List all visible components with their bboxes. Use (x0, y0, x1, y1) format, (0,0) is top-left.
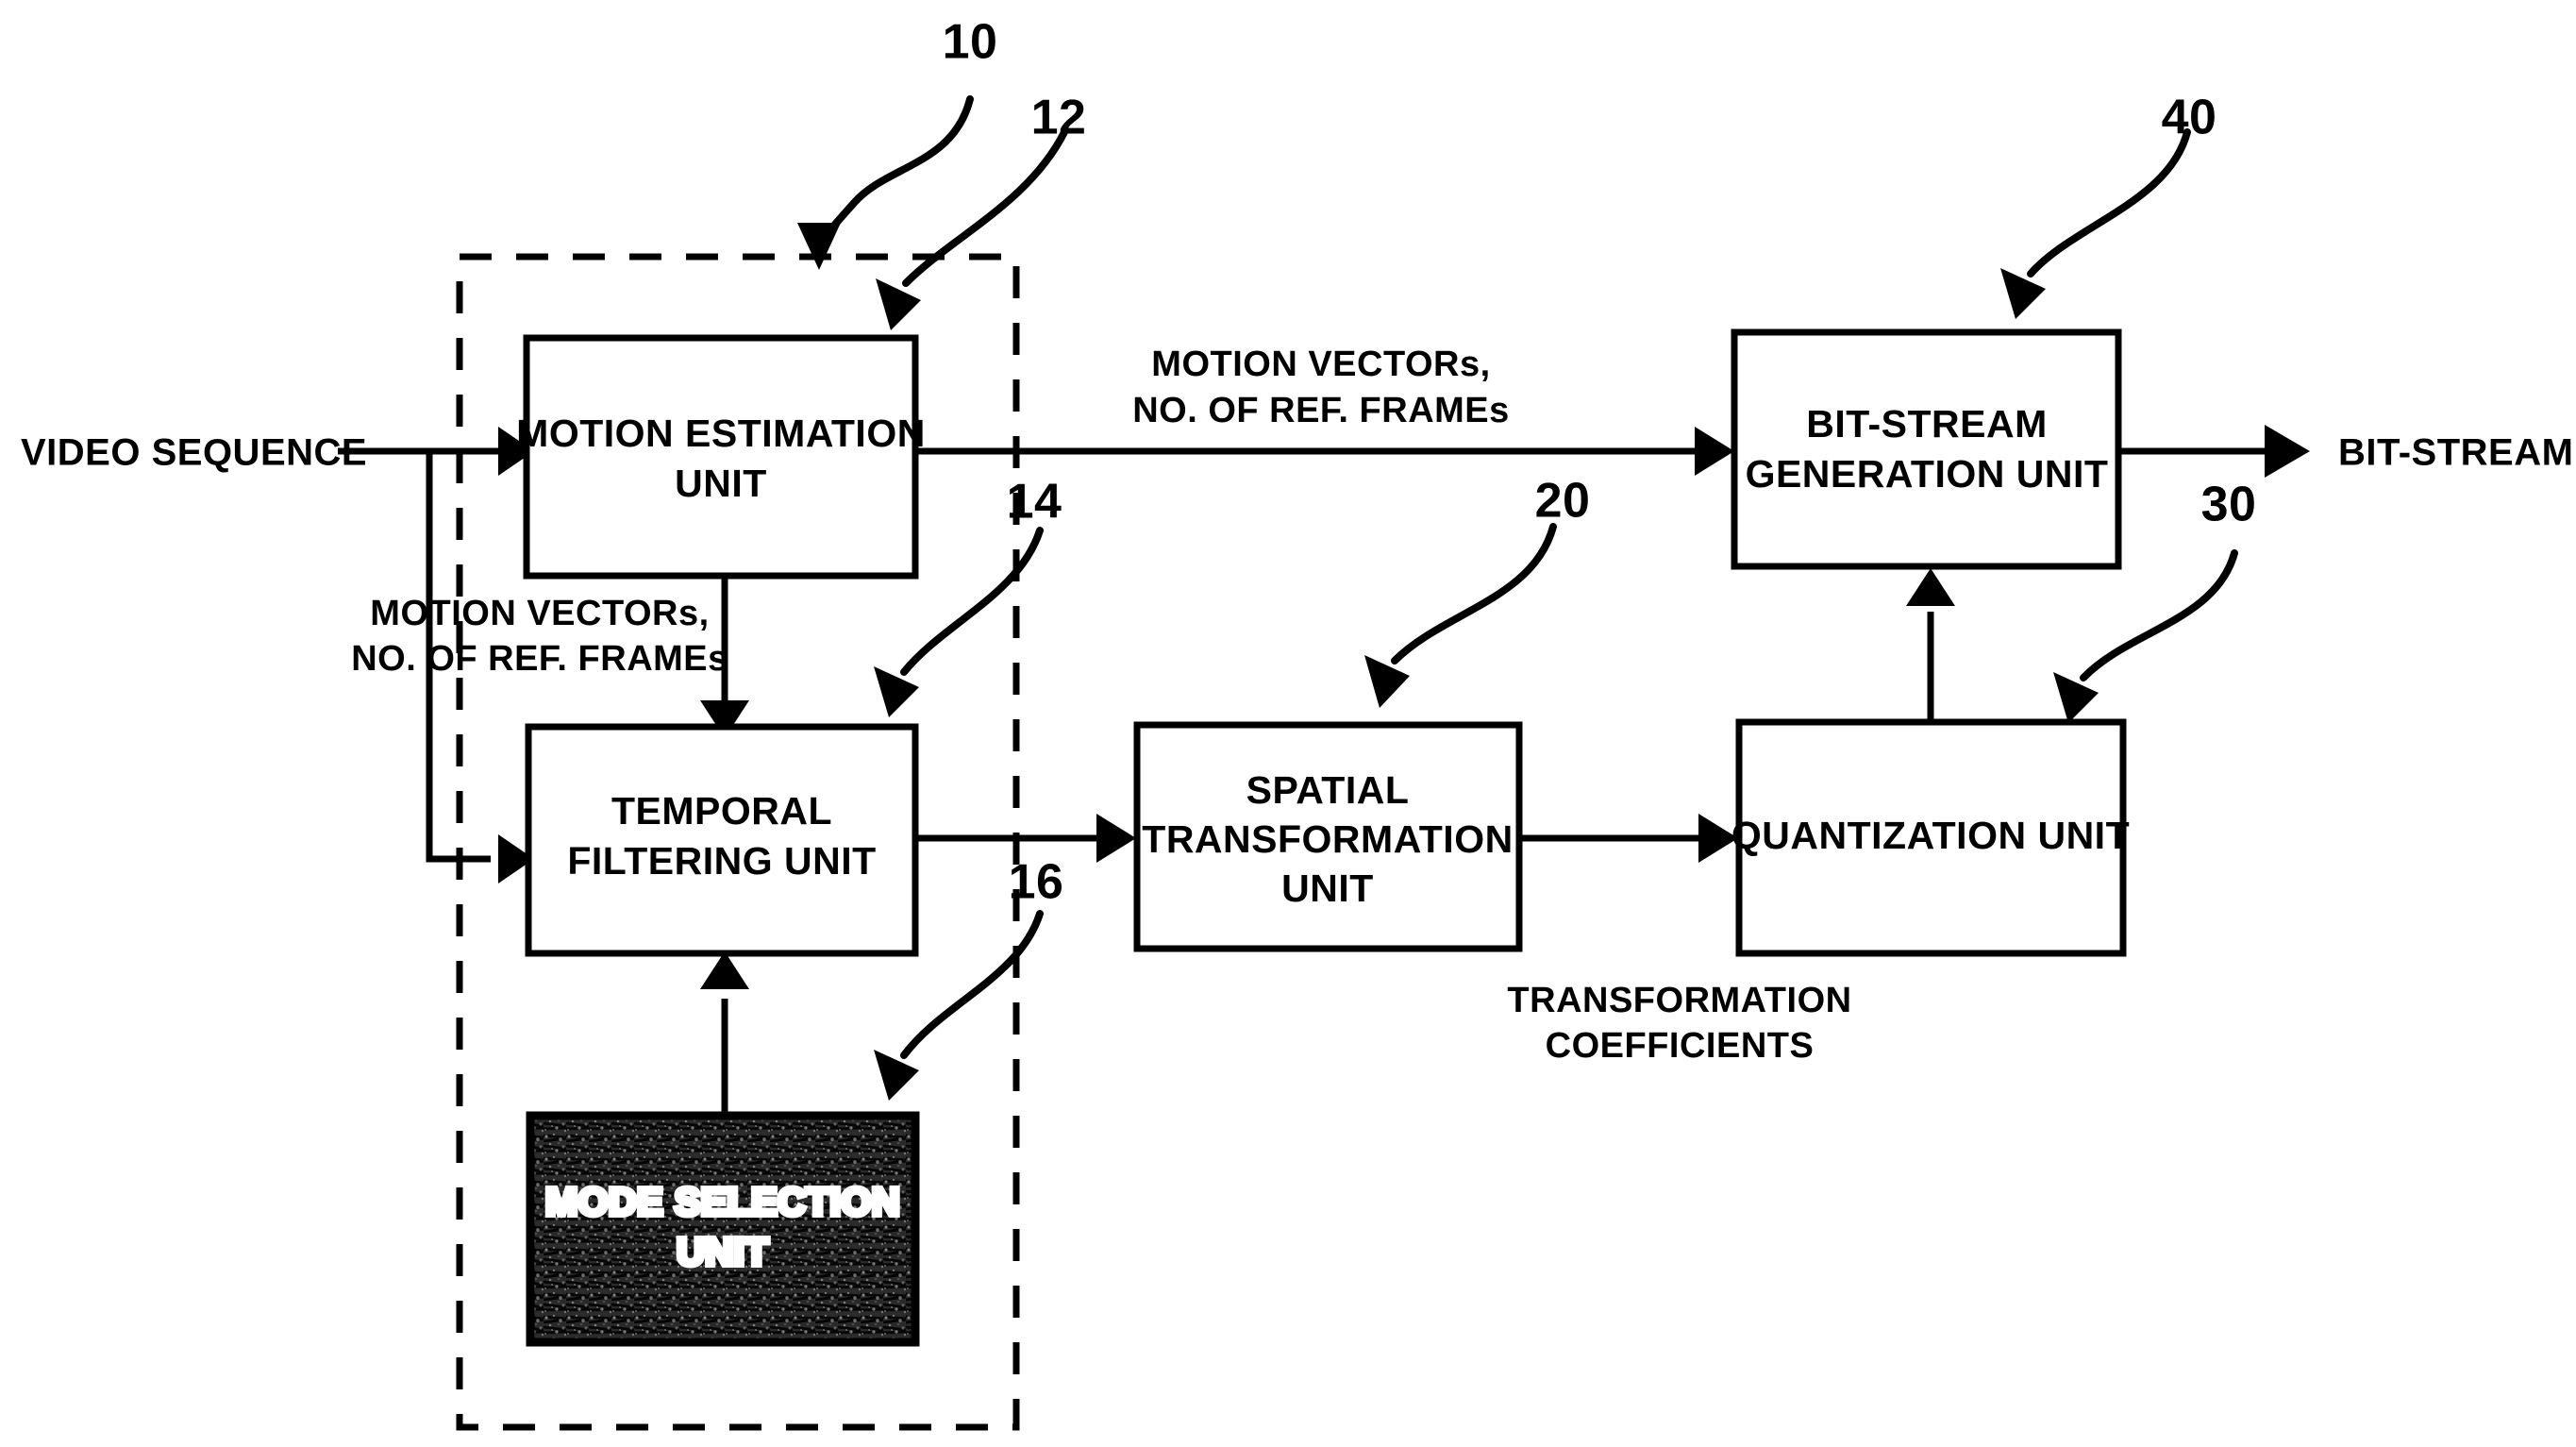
ref-numeral-10: 10 (943, 15, 998, 70)
block-mode-selection-unit-label-line2: UNIT (677, 1230, 769, 1273)
arrowhead-bsgu-output (2265, 425, 2310, 478)
block-bit-stream-generation-unit-rect[interactable] (1731, 328, 2122, 570)
ref-numeral-20: 20 (1535, 474, 1591, 529)
figure-canvas: MOTION ESTIMATION UNIT TEMPORAL FILTERIN… (0, 0, 2576, 1447)
signal-label-motion-vectors-left-line1: MOTION VECTORs, (370, 594, 709, 633)
leader-curve-30 (2080, 549, 2238, 681)
arrowhead-leader-30 (2053, 672, 2099, 723)
block-temporal-filtering-unit[interactable]: TEMPORAL FILTERING UNIT (525, 723, 919, 957)
arrowhead-leader-10 (797, 223, 841, 270)
block-temporal-filtering-unit-label-line2: FILTERING UNIT (567, 839, 876, 883)
block-bit-stream-generation-unit[interactable]: BIT-STREAM GENERATION UNIT (1731, 328, 2122, 570)
block-bit-stream-generation-unit-label-line2: GENERATION UNIT (1746, 452, 2109, 496)
leader-curve-10 (815, 95, 974, 251)
block-motion-estimation-unit-rect[interactable] (523, 334, 919, 580)
block-motion-estimation-unit[interactable]: MOTION ESTIMATION UNIT (516, 334, 926, 580)
arrowhead-leader-40 (2000, 268, 2046, 319)
block-spatial-transformation-unit-label-line3: UNIT (1281, 867, 1374, 910)
block-spatial-transformation-unit-label-line2: TRANSFORMATION (1142, 817, 1513, 861)
ref-numeral-14: 14 (1007, 475, 1062, 530)
arrowhead-qu-to-bsgu (1906, 568, 1955, 606)
leader-curve-40 (2027, 128, 2191, 278)
block-mode-selection-unit-label-line1: MODE SELECTION (545, 1180, 900, 1223)
block-motion-estimation-unit-label-line1: MOTION ESTIMATION (516, 412, 926, 455)
arrowhead-leader-14 (874, 666, 919, 717)
block-mode-selection-unit[interactable]: MODE SELECTION UNIT (526, 1111, 920, 1347)
leader-curve-20 (1391, 523, 1557, 665)
signal-label-motion-vectors-top-line2: NO. OF REF. FRAMEs (1132, 391, 1510, 430)
arrowhead-leader-20 (1364, 655, 1410, 708)
arrowhead-me-to-bsgu (1695, 427, 1734, 476)
signal-label-motion-vectors-left-line2: NO. OF REF. FRAMEs (351, 639, 728, 679)
ref-numeral-30: 30 (2201, 478, 2257, 532)
ref-numeral-40: 40 (2162, 91, 2217, 145)
signal-label-transformation-coefficients-line2: COEFFICIENTS (1546, 1026, 1815, 1066)
block-motion-estimation-unit-label-line2: UNIT (675, 462, 767, 505)
signal-label-motion-vectors-top-line1: MOTION VECTORs, (1151, 345, 1490, 384)
ref-numeral-12: 12 (1031, 91, 1087, 145)
block-spatial-transformation-unit-label-line1: SPATIAL (1246, 768, 1410, 812)
arrowhead-leader-12 (876, 278, 921, 330)
block-quantization-unit-label-line1: QUANTIZATION UNIT (1731, 814, 2130, 857)
block-quantization-unit[interactable]: QUANTIZATION UNIT (1731, 718, 2130, 957)
block-spatial-transformation-unit[interactable]: SPATIAL TRANSFORMATION UNIT (1133, 721, 1523, 952)
arrowhead-tf-to-stu (1096, 814, 1136, 863)
arrowhead-msu-to-tf (700, 951, 749, 989)
output-label-bit-stream: BIT-STREAM (2338, 432, 2573, 474)
block-diagram: MOTION ESTIMATION UNIT TEMPORAL FILTERIN… (21, 15, 2573, 1431)
signal-label-transformation-coefficients-line1: TRANSFORMATION (1507, 981, 1851, 1020)
arrowhead-leader-16 (874, 1050, 919, 1101)
block-temporal-filtering-unit-label-line1: TEMPORAL (611, 789, 832, 833)
block-bit-stream-generation-unit-label-line1: BIT-STREAM (1806, 402, 2048, 446)
input-label-video-sequence: VIDEO SEQUENCE (21, 432, 367, 474)
ref-numeral-16: 16 (1009, 855, 1064, 910)
